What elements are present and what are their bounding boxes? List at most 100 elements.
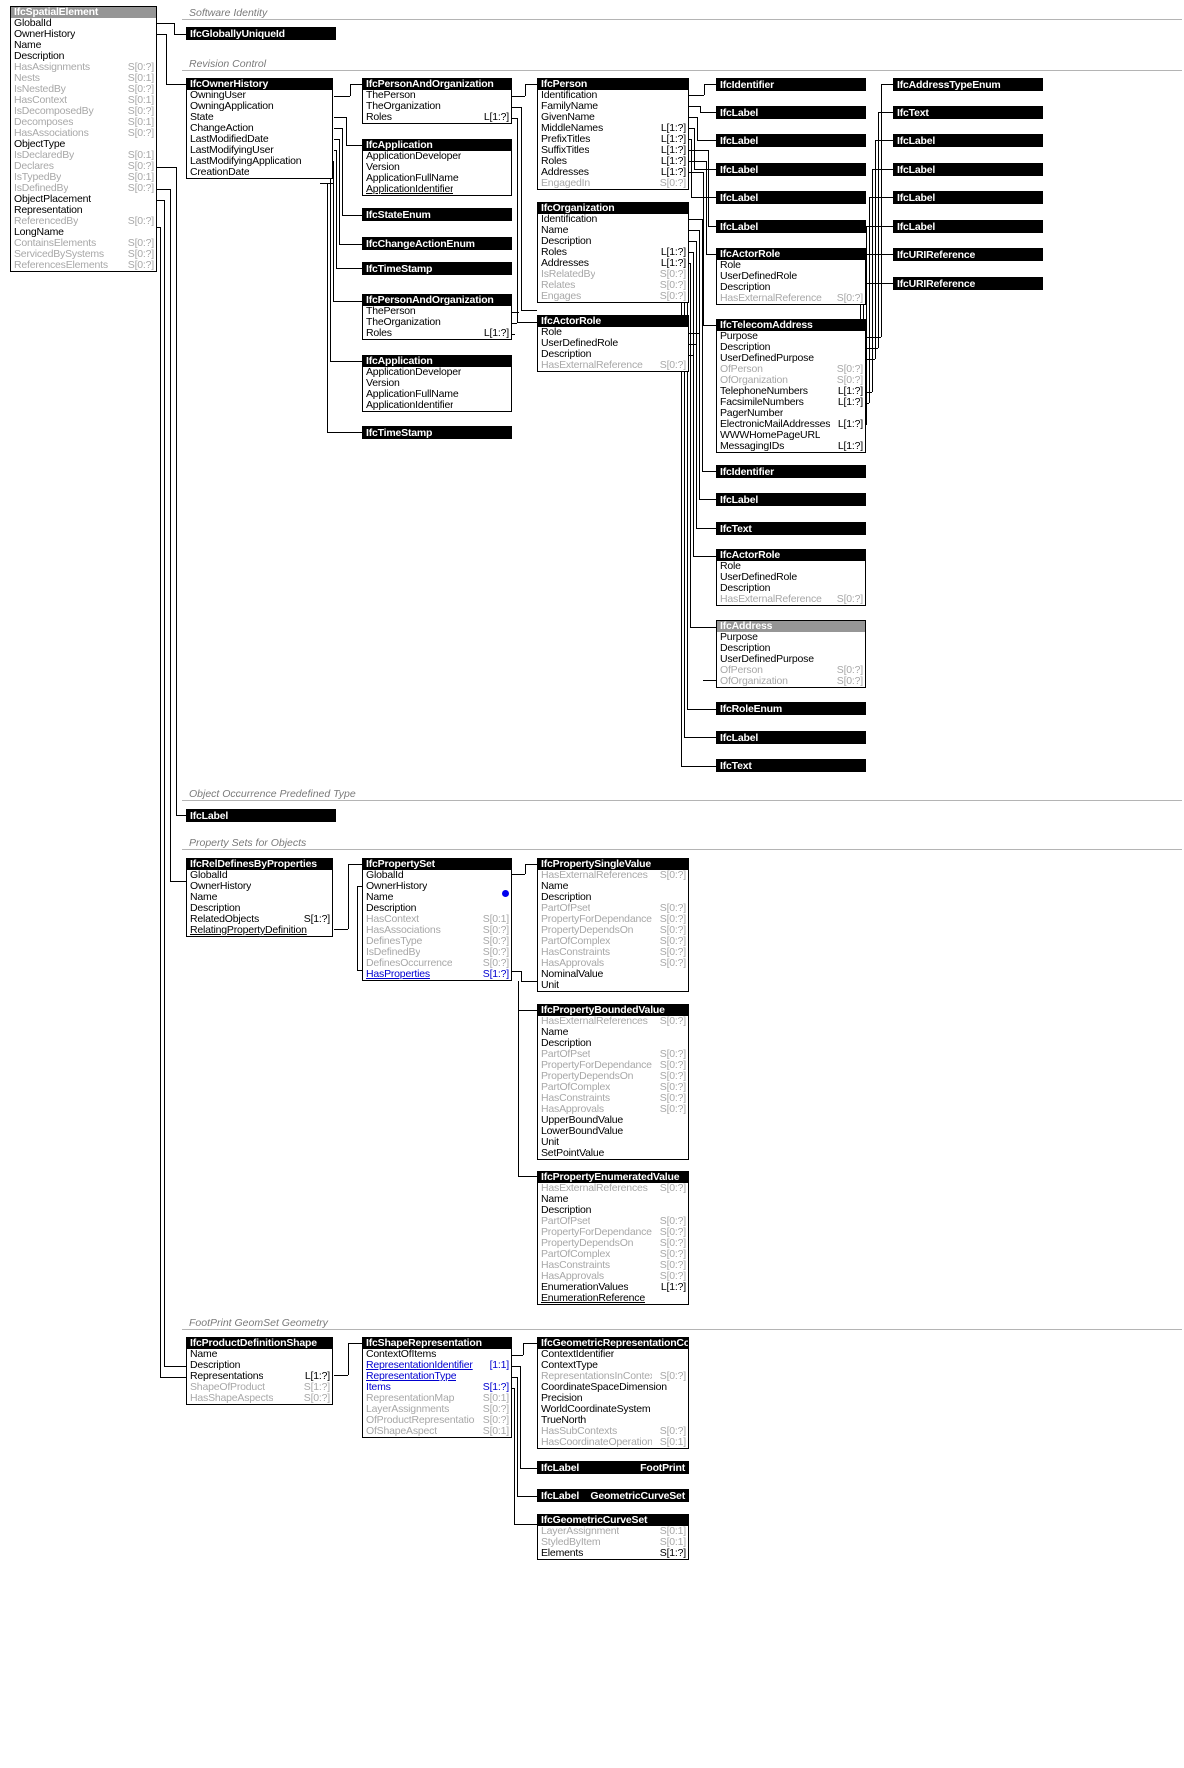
- entity-box-ifc-spatial-element[interactable]: IfcSpatialElement GlobalId OwnerHistory Na…: [10, 6, 157, 272]
- attribute-name: Description: [541, 349, 592, 360]
- entity-box-ifc-address[interactable]: IfcAddress Purpose Description UserDefined…: [716, 620, 866, 688]
- type-bar-ifc-label-address-2[interactable]: IfcLabel: [893, 163, 1043, 176]
- type-bar-ifc-label-person-3[interactable]: IfcLabel: [716, 163, 866, 176]
- type-bar-ifc-label-footprint[interactable]: IfcLabel FootPrint: [537, 1461, 689, 1474]
- type-bar-ifc-text-address[interactable]: IfcText: [893, 106, 1043, 119]
- entity-box-ifc-geometric-curve-set[interactable]: IfcGeometricCurveSet LayerAssignment S[0:…: [537, 1514, 689, 1560]
- type-bar-ifc-uri-reference-1[interactable]: IfcURIReference: [893, 248, 1043, 261]
- attribute-name: Roles: [366, 328, 392, 339]
- attribute-row: ContextOfItems: [363, 1349, 511, 1360]
- attribute-name: OwningApplication: [190, 101, 274, 112]
- entity-box-ifc-person-and-organization-2[interactable]: IfcPersonAndOrganization ThePerson TheOrg…: [362, 294, 512, 340]
- entity-header: IfcTelecomAddress: [717, 320, 865, 331]
- entity-box-ifc-actor-role-1[interactable]: IfcActorRole Role UserDefinedRole Descript…: [537, 315, 689, 372]
- attribute-row: Version: [363, 378, 511, 389]
- attribute-cardinality: [501, 389, 509, 400]
- attribute-name: ApplicationDeveloper: [366, 367, 462, 378]
- type-name: IfcAddressTypeEnum: [897, 79, 1001, 91]
- attribute-cardinality: [501, 90, 509, 101]
- entity-box-ifc-actor-role-2[interactable]: IfcActorRole Role UserDefinedRole Descript…: [716, 248, 866, 305]
- attribute-row: SetPointValue: [538, 1148, 688, 1159]
- type-bar-ifc-globally-unique-id[interactable]: IfcGloballyUniqueId: [186, 27, 336, 40]
- attribute-cardinality: [501, 184, 509, 195]
- attribute-name: Unit: [541, 1137, 559, 1148]
- attribute-cardinality: [678, 1349, 686, 1360]
- entity-box-ifc-application-1[interactable]: IfcApplication ApplicationDeveloper Versi…: [362, 139, 512, 196]
- type-bar-ifc-label-org[interactable]: IfcLabel: [716, 493, 866, 506]
- attribute-name: Description: [541, 236, 592, 247]
- attribute-cardinality: L[1:?]: [837, 440, 863, 452]
- entity-box-ifc-actor-role-3[interactable]: IfcActorRole Role UserDefinedRole Descript…: [716, 549, 866, 606]
- type-bar-ifc-label-role[interactable]: IfcLabel: [716, 731, 866, 744]
- type-bar-ifc-uri-reference-2[interactable]: IfcURIReference: [893, 277, 1043, 290]
- entity-box-ifc-person[interactable]: IfcPerson Identification FamilyName GivenN…: [537, 78, 689, 190]
- entity-box-ifc-product-definition-shape[interactable]: IfcProductDefinitionShape Name Descriptio…: [186, 1337, 333, 1405]
- type-name: IfcTimeStamp: [366, 263, 433, 275]
- attribute-row: ObjectPlacement: [11, 194, 156, 205]
- attribute-cardinality: [1:1]: [489, 1359, 510, 1371]
- entity-box-ifc-application-2[interactable]: IfcApplication ApplicationDeveloper Versi…: [362, 355, 512, 412]
- attribute-name: ApplicationIdentifier: [366, 400, 454, 411]
- attribute-name: Description: [541, 892, 592, 903]
- entity-box-ifc-person-and-organization-1[interactable]: IfcPersonAndOrganization ThePerson TheOrg…: [362, 78, 512, 124]
- type-bar-ifc-address-type-enum[interactable]: IfcAddressTypeEnum: [893, 78, 1043, 91]
- attribute-name: Representation: [14, 205, 83, 216]
- attribute-name: HasExternalReferences: [541, 870, 648, 881]
- type-bar-ifc-identifier-person[interactable]: IfcIdentifier: [716, 78, 866, 91]
- type-bar-ifc-state-enum[interactable]: IfcStateEnum: [362, 208, 512, 221]
- type-bar-ifc-label-person-5[interactable]: IfcLabel: [716, 220, 866, 233]
- type-bar-ifc-time-stamp-2[interactable]: IfcTimeStamp: [362, 426, 512, 439]
- type-bar-ifc-label-address-3[interactable]: IfcLabel: [893, 191, 1043, 204]
- attribute-row: Name: [363, 892, 511, 903]
- type-bar-ifc-label-person-2[interactable]: IfcLabel: [716, 134, 866, 147]
- entity-header: IfcPerson: [538, 79, 688, 90]
- type-bar-ifc-label-person-1[interactable]: IfcLabel: [716, 106, 866, 119]
- type-bar-ifc-text-org[interactable]: IfcText: [716, 522, 866, 535]
- type-name: IfcLabel: [897, 192, 936, 204]
- entity-box-ifc-property-bounded-value[interactable]: IfcPropertyBoundedValue HasExternalRefer…: [537, 1004, 689, 1160]
- attribute-name: HasApprovals: [541, 958, 604, 969]
- attribute-row: ReferencedBy S[0:?]: [11, 216, 156, 227]
- attribute-name: CreationDate: [190, 167, 250, 178]
- type-bar-ifc-text-role[interactable]: IfcText: [716, 759, 866, 772]
- attribute-name: HasConstraints: [541, 1260, 610, 1271]
- type-bar-ifc-label-address-1[interactable]: IfcLabel: [893, 134, 1043, 147]
- type-bar-ifc-label-geometric-curve-set[interactable]: IfcLabel GeometricCurveSet: [537, 1489, 689, 1502]
- attribute-row: FamilyName: [538, 101, 688, 112]
- attribute-name: Name: [541, 1027, 569, 1038]
- type-bar-ifc-label-person-4[interactable]: IfcLabel: [716, 191, 866, 204]
- entity-box-ifc-property-enumerated-value[interactable]: IfcPropertyEnumeratedValue HasExternalRe…: [537, 1171, 689, 1305]
- type-bar-ifc-label-predefined-type[interactable]: IfcLabel: [186, 809, 336, 822]
- attribute-name: HasExternalReferences: [541, 1016, 648, 1027]
- type-bar-ifc-identifier-org[interactable]: IfcIdentifier: [716, 465, 866, 478]
- type-bar-ifc-time-stamp-1[interactable]: IfcTimeStamp: [362, 262, 512, 275]
- type-bar-ifc-label-address-4[interactable]: IfcLabel: [893, 220, 1043, 233]
- attribute-row: Unit: [538, 1137, 688, 1148]
- attribute-name: ApplicationFullName: [366, 389, 459, 400]
- attribute-row: ThePerson: [363, 306, 511, 317]
- attribute-list: HasExternalReferences S[0:?] Name Descripti…: [538, 870, 688, 991]
- attribute-cardinality: S[0:?]: [836, 292, 863, 304]
- type-bar-ifc-change-action-enum[interactable]: IfcChangeActionEnum: [362, 237, 512, 250]
- type-bar-ifc-role-enum[interactable]: IfcRoleEnum: [716, 702, 866, 715]
- section-divider-software-identity: [182, 19, 1182, 20]
- attribute-row: State: [187, 112, 332, 123]
- attribute-name: RepresentationsInContext: [541, 1371, 652, 1382]
- entity-box-ifc-rel-defines-by-properties[interactable]: IfcRelDefinesByProperties GlobalId OwnerH…: [186, 858, 333, 937]
- attribute-name: Identification: [541, 90, 598, 101]
- attribute-name: StyledByItem: [541, 1537, 601, 1548]
- entity-box-ifc-owner-history[interactable]: IfcOwnerHistory OwningUser OwningApplicat…: [186, 78, 333, 179]
- entity-box-ifc-property-single-value[interactable]: IfcPropertySingleValue HasExternalRefere…: [537, 858, 689, 992]
- entity-box-ifc-geometric-representation-context[interactable]: IfcGeometricRepresentationCon... Context…: [537, 1337, 689, 1449]
- entity-box-ifc-property-set[interactable]: IfcPropertySet GlobalId OwnerHistory Name D…: [362, 858, 512, 981]
- attribute-name: MiddleNames: [541, 123, 603, 134]
- entity-box-ifc-organization[interactable]: IfcOrganization Identification Name Descri…: [537, 202, 689, 303]
- attribute-name: IsNestedBy: [14, 84, 66, 95]
- section-divider-object-occurrence: [182, 800, 1182, 801]
- section-label-object-occurrence: Object Occurrence Predefined Type: [189, 788, 356, 800]
- attribute-name: RepresentationIdentifier: [366, 1360, 473, 1371]
- entity-box-ifc-shape-representation[interactable]: IfcShapeRepresentation ContextOfItems Rep…: [362, 1337, 512, 1438]
- attribute-name: ElectronicMailAddresses: [720, 419, 830, 430]
- attribute-row: Purpose: [717, 632, 865, 643]
- entity-box-ifc-telecom-address[interactable]: IfcTelecomAddress Purpose Description User…: [716, 319, 866, 453]
